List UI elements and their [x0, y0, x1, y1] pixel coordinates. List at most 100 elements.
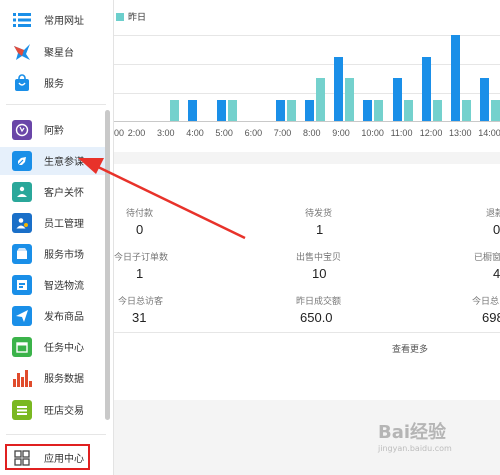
watermark-text: Bai经验 — [378, 422, 447, 443]
bar-today[interactable] — [363, 99, 373, 121]
star-platform-icon — [12, 42, 32, 62]
sidebar-item-services[interactable]: 服务 — [0, 69, 108, 97]
x-tick-label: 6:00 — [244, 128, 263, 138]
sidebar-item-label: 服务数据 — [44, 374, 84, 385]
stat-value[interactable]: 0 — [493, 222, 500, 237]
sidebar-item-staff-management[interactable]: 员工管理 — [0, 209, 108, 237]
sidebar-item-service-data[interactable]: 服务数据 — [0, 364, 108, 392]
stat-label: 今日总访客 — [118, 296, 164, 306]
x-tick-label: 13:00 — [449, 128, 472, 138]
x-tick-label: 4:00 — [186, 128, 204, 138]
wangdian-icon — [12, 400, 32, 420]
sidebar-item-publish-product[interactable]: 发布商品 — [0, 302, 108, 330]
legend-label: 昨日 — [128, 12, 147, 22]
bar-yesterday[interactable] — [345, 78, 355, 121]
sidebar-item-task-center[interactable]: 任务中心 — [0, 333, 108, 361]
list-icon — [12, 10, 32, 30]
sidebar-item-label: 阿黔 — [44, 126, 64, 137]
bar-yesterday[interactable] — [374, 99, 384, 121]
bar-today[interactable] — [421, 56, 431, 121]
stat-label: 待发货 — [305, 208, 333, 218]
stat-value[interactable]: 1 — [136, 266, 143, 281]
x-tick-label: 3:00 — [157, 128, 175, 138]
bar-yesterday[interactable] — [286, 99, 296, 121]
sidebar-scrollbar[interactable] — [105, 110, 110, 420]
watermark-sub: jingyan.baidu.com — [378, 444, 452, 453]
hourly-chart: 昨日 00 2:00 3:00 4:00 5:00 6:00 7:00 8:00 9:00 10:… — [114, 0, 500, 152]
bar-today[interactable] — [217, 99, 227, 121]
sidebar-item-label: 聚星台 — [44, 48, 74, 59]
bar-yesterday[interactable] — [462, 99, 471, 121]
sidebar-item-label: 服务 — [44, 79, 64, 90]
bar-yesterday[interactable] — [491, 99, 500, 121]
sidebar-item-label: 员工管理 — [44, 219, 84, 230]
divider — [6, 434, 106, 435]
service-market-icon — [12, 244, 32, 264]
sidebar-item-label: 生意参谋 — [44, 157, 84, 168]
x-tick-label: 2:00 — [127, 128, 146, 138]
stat-value[interactable]: 698 — [482, 310, 500, 325]
stats-panel: 待付款 0 待发货 1 退款 0 今日子订单数 1 出售中宝贝 10 已橱窗 4… — [114, 164, 500, 400]
x-tick-label: 11:00 — [390, 128, 413, 138]
sidebar-item-business-advisor[interactable]: 生意参谋 — [0, 147, 108, 175]
send-icon — [12, 306, 32, 326]
stat-value[interactable]: 31 — [132, 310, 146, 325]
sidebar-item-wangdian-trade[interactable]: 旺店交易 — [0, 396, 108, 424]
bar-today[interactable] — [480, 78, 490, 121]
stat-value[interactable]: 1 — [316, 222, 323, 237]
bar-today[interactable] — [305, 99, 314, 121]
highlight-box — [5, 444, 90, 470]
sidebar-item-label: 旺店交易 — [44, 406, 84, 417]
x-tick-label: 5:00 — [215, 128, 233, 138]
bar-yesterday[interactable] — [403, 99, 413, 121]
x-tick-label: 00 — [114, 128, 125, 138]
stat-label: 退款 — [486, 208, 500, 218]
sidebar-item-label: 服务市场 — [44, 250, 84, 261]
sidebar-item-juxingtai[interactable]: 聚星台 — [0, 38, 108, 66]
staff-icon — [12, 213, 32, 233]
logistics-icon — [12, 275, 32, 295]
x-tick-label: 14:00 — [478, 128, 500, 138]
calendar-icon — [12, 337, 32, 357]
bar-chart-icon — [12, 368, 32, 388]
grid-line — [114, 35, 500, 36]
aqian-icon — [12, 120, 32, 140]
sidebar: 常用网址 聚星台 服务 阿黔 生意参谋 客户关怀 员工管理 服务市场 智选物流 … — [0, 0, 114, 475]
shopping-bag-icon — [12, 73, 32, 93]
bar-today[interactable] — [451, 35, 460, 121]
sidebar-item-customer-care[interactable]: 客户关怀 — [0, 178, 108, 206]
stat-value[interactable]: 4 — [493, 266, 500, 281]
bar-yesterday[interactable] — [170, 99, 179, 121]
view-more-link[interactable]: 查看更多 — [392, 342, 428, 355]
legend-swatch — [116, 12, 124, 21]
bar-today[interactable] — [334, 56, 344, 121]
stat-value[interactable]: 650.0 — [300, 310, 333, 325]
customer-care-icon — [12, 182, 32, 202]
sidebar-item-label: 常用网址 — [44, 16, 84, 27]
bar-yesterday[interactable] — [432, 99, 442, 121]
x-tick-label: 8:00 — [303, 128, 321, 138]
bar-yesterday[interactable] — [316, 78, 325, 121]
app-window: 常用网址 聚星台 服务 阿黔 生意参谋 客户关怀 员工管理 服务市场 智选物流 … — [0, 0, 500, 475]
stat-value[interactable]: 10 — [312, 266, 326, 281]
sidebar-item-label: 智选物流 — [44, 281, 84, 292]
x-tick-label: 7:00 — [273, 128, 292, 138]
chart-legend: 昨日 — [116, 10, 146, 23]
sidebar-item-service-market[interactable]: 服务市场 — [0, 240, 108, 268]
sidebar-item-label: 任务中心 — [44, 343, 84, 354]
stat-label: 出售中宝贝 — [296, 252, 342, 262]
grid-line — [114, 93, 500, 94]
sidebar-item-label: 发布商品 — [44, 312, 84, 323]
sidebar-item-aqian[interactable]: 阿黔 — [0, 116, 108, 144]
divider — [114, 332, 500, 333]
grid-line — [114, 64, 500, 65]
sidebar-item-common-sites[interactable]: 常用网址 — [0, 6, 108, 34]
business-advisor-icon — [12, 151, 32, 171]
bar-today[interactable] — [392, 78, 402, 121]
sidebar-item-label: 客户关怀 — [44, 188, 84, 199]
sidebar-item-smart-logistics[interactable]: 智选物流 — [0, 271, 108, 299]
bar-yesterday[interactable] — [228, 99, 238, 121]
bar-today[interactable] — [275, 99, 285, 121]
bar-today[interactable] — [188, 99, 198, 121]
stat-value[interactable]: 0 — [136, 222, 143, 237]
